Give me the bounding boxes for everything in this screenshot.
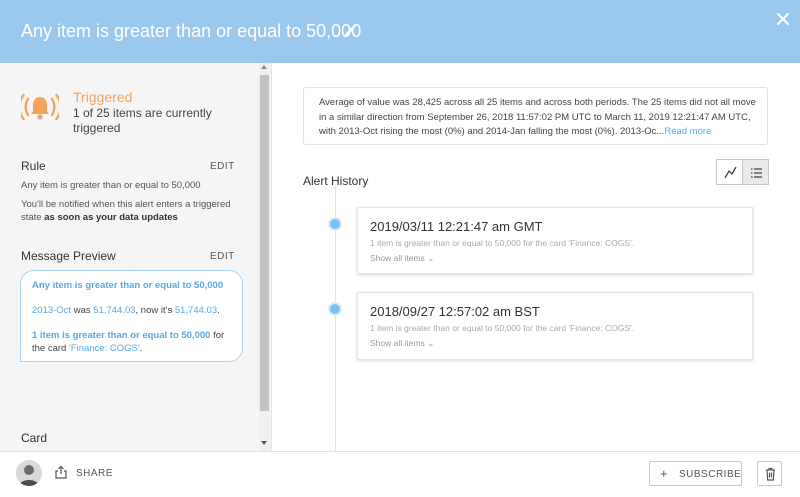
list-view-button[interactable] <box>742 159 769 185</box>
preview-line-title: Any item is greater than or equal to 50,… <box>32 280 224 291</box>
status-badge: Triggered <box>73 89 133 105</box>
message-edit-button[interactable]: EDIT <box>210 251 235 262</box>
trash-icon <box>766 467 775 481</box>
rule-edit-button[interactable]: EDIT <box>210 161 235 172</box>
entry-timestamp: 2019/03/11 12:21:47 am GMT <box>370 219 543 234</box>
entry-description: 1 item is greater than or equal to 50,00… <box>370 238 635 248</box>
alert-title: Any item is greater than or equal to 50,… <box>21 21 362 41</box>
preview-line-change: 2013-Oct was 51,744.03, now it's 51,744.… <box>32 305 220 316</box>
preview-line-card: the card 'Finance: COGS'. <box>32 343 143 354</box>
bell-icon <box>21 93 59 121</box>
modal-header: Any item is greater than or equal to 50,… <box>0 0 800 63</box>
card-heading: Card <box>21 431 48 445</box>
share-icon[interactable] <box>54 465 68 479</box>
scroll-up-arrow[interactable] <box>261 65 267 69</box>
scrollbar-thumb[interactable] <box>260 75 269 411</box>
show-all-items-link[interactable]: Show all items ⌄ <box>370 253 434 264</box>
read-more-link[interactable]: Read more <box>664 126 711 137</box>
line-chart-icon <box>724 166 737 179</box>
scroll-down-arrow[interactable] <box>261 441 267 445</box>
rule-notify-text: You'll be notified when this alert enter… <box>21 199 231 223</box>
timeline-dot <box>330 304 340 314</box>
alert-history-heading: Alert History <box>303 174 369 188</box>
chart-view-button[interactable] <box>716 159 743 185</box>
show-all-items-link[interactable]: Show all items ⌄ <box>370 338 434 349</box>
message-bubble-tail <box>20 350 32 362</box>
rule-heading: Rule <box>21 159 46 173</box>
message-preview-heading: Message Preview <box>21 249 116 263</box>
rule-condition: Any item is greater than or equal to 50,… <box>21 180 201 191</box>
alert-history-entry: 2018/09/27 12:57:02 am BST 1 item is gre… <box>357 292 753 360</box>
entry-description: 1 item is greater than or equal to 50,00… <box>370 323 635 333</box>
pencil-icon[interactable] <box>343 24 357 38</box>
subscribe-label: SUBSCRIBE <box>679 469 742 480</box>
summary-text: Average of value was 28,425 across all 2… <box>319 97 756 137</box>
avatar[interactable] <box>16 460 42 486</box>
timeline-dot <box>330 219 340 229</box>
delete-button[interactable] <box>757 461 782 486</box>
share-button[interactable]: SHARE <box>76 468 113 479</box>
alert-history-entry: 2019/03/11 12:21:47 am GMT 1 item is gre… <box>357 207 753 274</box>
entry-timestamp: 2018/09/27 12:57:02 am BST <box>370 304 540 319</box>
close-icon[interactable] <box>774 10 792 28</box>
chevron-down-icon: ⌄ <box>427 253 435 263</box>
preview-line-summary: 1 item is greater than or equal to 50,00… <box>32 330 225 341</box>
list-icon <box>751 168 762 178</box>
subscribe-button[interactable]: + SUBSCRIBE <box>649 461 742 486</box>
chevron-down-icon: ⌄ <box>427 338 435 348</box>
status-description: 1 of 25 items are currently triggered <box>73 106 212 135</box>
plus-icon: + <box>660 466 668 481</box>
